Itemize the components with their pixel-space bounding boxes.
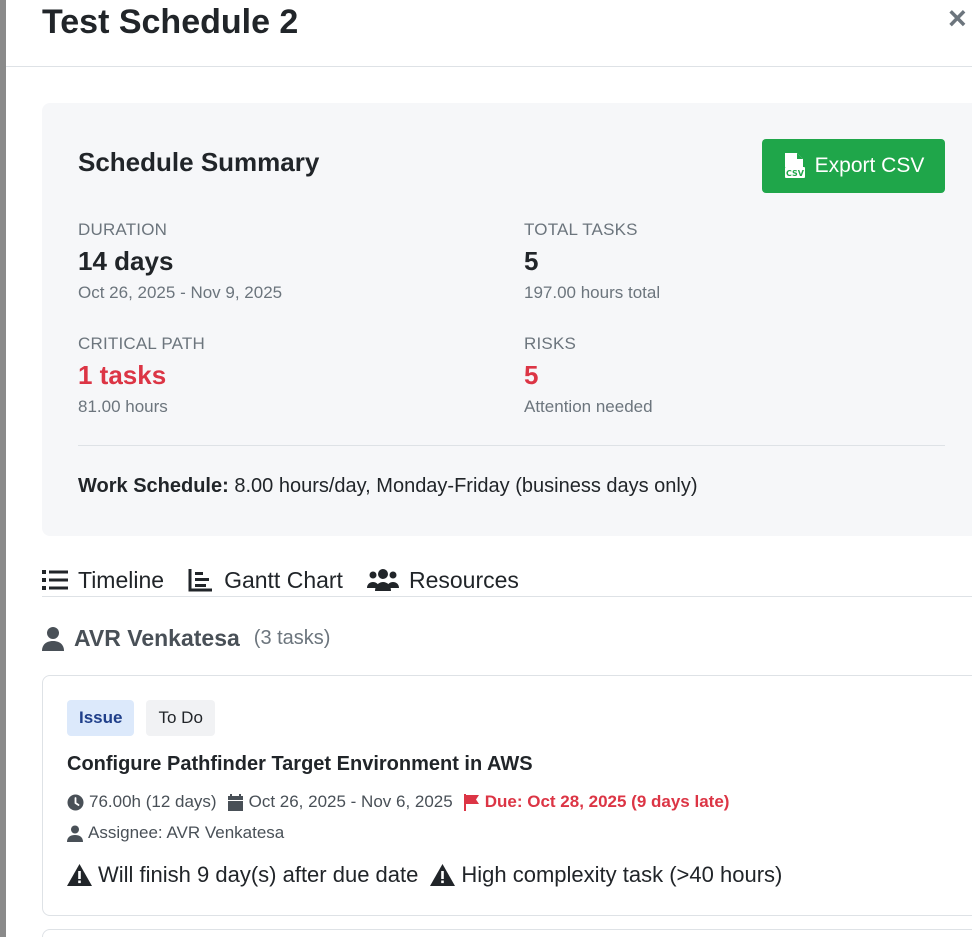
export-csv-label: Export CSV	[814, 154, 925, 177]
warning-icon	[430, 864, 456, 886]
task-due: Due: Oct 28, 2025 (9 days late)	[463, 792, 730, 812]
calendar-icon	[227, 793, 243, 811]
warning-text: Will finish 9 day(s) after due date	[98, 862, 419, 887]
clock-icon	[67, 794, 84, 810]
stat-label: CRITICAL PATH	[78, 334, 205, 353]
task-effort: 76.00h (12 days)	[67, 792, 217, 812]
flag-icon	[463, 793, 479, 811]
resource-name: AVR Venkatesa	[74, 625, 240, 651]
stat-sub: Oct 26, 2025 - Nov 9, 2025	[78, 283, 283, 302]
modal-header: Test Schedule 2 ×	[6, 0, 972, 67]
stat-total-tasks: TOTAL TASKS 5 197.00 hours total	[524, 220, 660, 303]
list-icon	[42, 570, 68, 590]
tab-timeline[interactable]: Timeline	[42, 564, 164, 596]
task-due-text: Due: Oct 28, 2025 (9 days late)	[484, 792, 730, 811]
user-icon	[67, 825, 83, 842]
task-dates-text: Oct 26, 2025 - Nov 6, 2025	[248, 792, 453, 811]
close-button[interactable]: ×	[948, 2, 972, 34]
view-tabs: Timeline Gantt Chart Resources	[42, 564, 972, 597]
task-effort-text: 76.00h (12 days)	[89, 792, 217, 811]
warning-icon	[67, 864, 92, 886]
schedule-summary-panel: Schedule Summary CSV Export CSV DURATION…	[42, 103, 972, 536]
stat-sub: Attention needed	[524, 397, 653, 416]
stat-risks: RISKS 5 Attention needed	[524, 334, 653, 417]
stat-sub: 197.00 hours total	[524, 283, 661, 302]
stat-duration: DURATION 14 days Oct 26, 2025 - Nov 9, 2…	[78, 220, 282, 303]
warning-text: High complexity task (>40 hours)	[461, 862, 783, 887]
resource-header: AVR Venkatesa (3 tasks)	[42, 625, 330, 652]
stat-label: DURATION	[78, 220, 168, 239]
stat-critical-path: CRITICAL PATH 1 tasks 81.00 hours	[78, 334, 205, 417]
chart-bar-icon	[188, 569, 213, 592]
stat-value: 1 tasks	[78, 360, 167, 390]
task-card[interactable]	[42, 929, 972, 937]
tab-label: Resources	[408, 566, 519, 593]
stat-sub: 81.00 hours	[78, 397, 168, 416]
file-csv-icon: CSV	[784, 153, 805, 178]
stat-value: 14 days	[78, 246, 174, 276]
task-badges: Issue To Do	[67, 700, 215, 736]
resource-task-count: (3 tasks)	[253, 627, 331, 649]
tab-gantt-chart[interactable]: Gantt Chart	[188, 564, 343, 596]
task-title: Configure Pathfinder Target Environment …	[67, 753, 533, 775]
work-schedule-label: Work Schedule:	[78, 475, 229, 497]
warning-item: High complexity task (>40 hours)	[430, 862, 782, 888]
tab-label: Timeline	[78, 566, 165, 593]
task-assignee-text: Assignee: AVR Venkatesa	[88, 823, 285, 842]
task-dates: Oct 26, 2025 - Nov 6, 2025	[227, 792, 453, 812]
issue-type-badge: Issue	[67, 700, 135, 736]
divider	[78, 445, 945, 446]
work-schedule: Work Schedule: 8.00 hours/day, Monday-Fr…	[78, 475, 698, 498]
task-assignee: Assignee: AVR Venkatesa	[67, 823, 284, 843]
summary-title: Schedule Summary	[78, 147, 320, 177]
svg-text:CSV: CSV	[786, 169, 805, 178]
user-icon	[42, 626, 64, 651]
task-card[interactable]: Issue To Do Configure Pathfinder Target …	[42, 675, 972, 916]
window-edge	[0, 0, 6, 937]
users-icon	[366, 569, 399, 591]
task-warnings: Will finish 9 day(s) after due date High…	[67, 862, 794, 888]
stat-label: TOTAL TASKS	[524, 220, 638, 239]
modal-title: Test Schedule 2	[42, 3, 299, 41]
export-csv-button[interactable]: CSV Export CSV	[762, 139, 945, 193]
tab-label: Gantt Chart	[224, 566, 343, 593]
task-meta: 76.00h (12 days) Oct 26, 2025 - Nov 6, 2…	[67, 792, 739, 812]
work-schedule-value: 8.00 hours/day, Monday-Friday (business …	[228, 475, 698, 497]
status-badge: To Do	[146, 700, 215, 736]
stat-value: 5	[524, 246, 539, 276]
warning-item: Will finish 9 day(s) after due date	[67, 862, 418, 888]
stat-value: 5	[524, 360, 539, 390]
stat-label: RISKS	[524, 334, 577, 353]
tab-resources[interactable]: Resources	[366, 564, 519, 596]
